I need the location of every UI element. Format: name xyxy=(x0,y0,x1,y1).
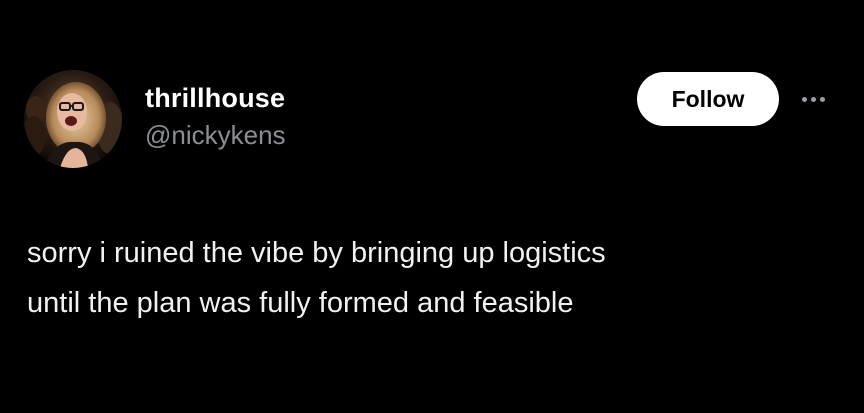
post-text: sorry i ruined the vibe by bringing up l… xyxy=(27,228,827,328)
ellipsis-dot xyxy=(819,96,825,102)
user-handle[interactable]: @nickykens xyxy=(145,116,286,154)
avatar[interactable] xyxy=(24,70,122,168)
follow-button[interactable]: Follow xyxy=(637,72,779,126)
ellipsis-dot xyxy=(810,96,816,102)
post-card: thrillhouse @nickykens Follow sorry i ru… xyxy=(0,0,864,413)
post-text-line: sorry i ruined the vibe by bringing up l… xyxy=(27,237,606,269)
avatar-photo xyxy=(24,70,122,168)
author-info: thrillhouse @nickykens xyxy=(145,80,286,154)
post-text-line: until the plan was fully formed and feas… xyxy=(27,287,574,319)
display-name[interactable]: thrillhouse xyxy=(145,80,286,116)
more-options-icon[interactable] xyxy=(796,85,830,113)
ellipsis-dot xyxy=(801,96,807,102)
